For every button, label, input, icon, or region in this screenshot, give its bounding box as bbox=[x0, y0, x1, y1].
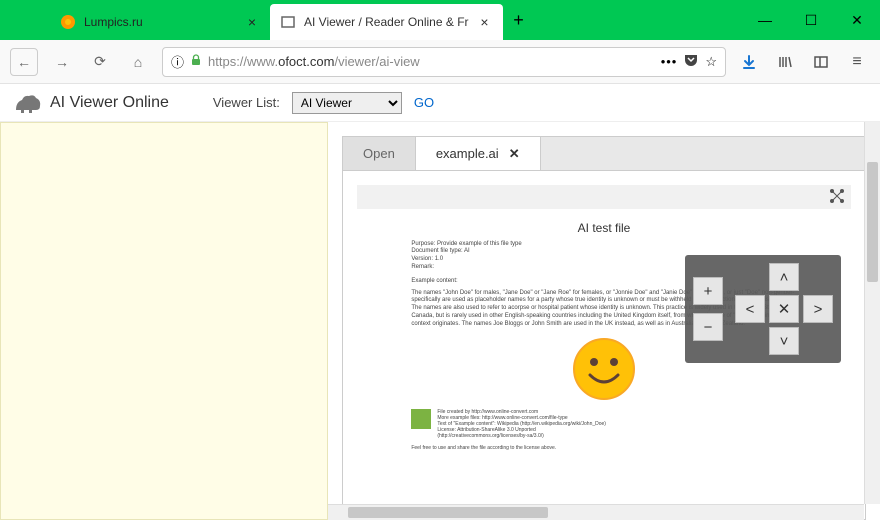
app-title: AI Viewer Online bbox=[50, 94, 169, 112]
dpad: ˄ ˂ ✕ ˃ ˅ bbox=[735, 263, 833, 355]
open-tab[interactable]: Open bbox=[343, 137, 416, 170]
tab-close-icon[interactable]: × bbox=[244, 14, 260, 30]
info-icon[interactable]: ⓘ bbox=[171, 52, 184, 71]
minimize-button[interactable]: — bbox=[742, 0, 788, 40]
home-button[interactable]: ⌂ bbox=[124, 48, 152, 76]
content-area: Open example.ai ✕ AI test file Purpose: … bbox=[0, 122, 880, 520]
tab-title: AI Viewer / Reader Online & Fr bbox=[304, 15, 469, 29]
favicon-aiviewer bbox=[280, 14, 296, 30]
scrollbar-vertical[interactable] bbox=[864, 122, 880, 504]
file-tab-close-icon[interactable]: ✕ bbox=[509, 146, 520, 162]
viewer-select[interactable]: AI Viewer bbox=[292, 92, 402, 114]
close-button[interactable]: ✕ bbox=[834, 0, 880, 40]
zoom-in-button[interactable]: + bbox=[693, 277, 723, 305]
fullscreen-icon[interactable] bbox=[829, 188, 845, 207]
more-icon[interactable]: ••• bbox=[661, 54, 678, 69]
tab-close-icon[interactable]: × bbox=[477, 14, 493, 30]
app-header: AI Viewer Online Viewer List: AI Viewer … bbox=[0, 84, 880, 122]
window-controls: — ☐ ✕ bbox=[742, 0, 880, 40]
tab-lumpics[interactable]: Lumpics.ru × bbox=[50, 4, 270, 40]
zoom-out-button[interactable]: − bbox=[693, 313, 723, 341]
pan-down-button[interactable]: ˅ bbox=[769, 327, 799, 355]
file-tab-label: example.ai bbox=[436, 146, 499, 161]
doc-feel-free: Feel free to use and share the file acco… bbox=[411, 445, 796, 452]
new-tab-button[interactable]: + bbox=[503, 0, 535, 40]
doc-footer-text: File created by http://www.online-conver… bbox=[437, 409, 606, 439]
back-button[interactable]: ← bbox=[10, 48, 38, 76]
open-tab-label: Open bbox=[363, 146, 395, 161]
go-link[interactable]: GO bbox=[414, 95, 434, 110]
scrollbar-horizontal[interactable] bbox=[328, 504, 864, 520]
url-text: https://www.ofoct.com/viewer/ai-view bbox=[208, 54, 655, 69]
pan-up-button[interactable]: ˄ bbox=[769, 263, 799, 291]
browser-titlebar: Lumpics.ru × AI Viewer / Reader Online &… bbox=[0, 0, 880, 40]
doc-title: AI test file bbox=[411, 221, 796, 237]
pan-left-button[interactable]: ˂ bbox=[735, 295, 765, 323]
tab-aiviewer[interactable]: AI Viewer / Reader Online & Fr × bbox=[270, 4, 503, 40]
smiley-icon bbox=[572, 337, 636, 401]
favicon-lumpics bbox=[60, 14, 76, 30]
star-icon[interactable]: ☆ bbox=[705, 54, 717, 70]
browser-toolbar: ← → ⟳ ⌂ ⓘ https://www.ofoct.com/viewer/a… bbox=[0, 40, 880, 84]
forward-button[interactable]: → bbox=[48, 48, 76, 76]
pan-reset-button[interactable]: ✕ bbox=[769, 295, 799, 323]
cc-badge-icon bbox=[411, 409, 431, 429]
pan-right-button[interactable]: ˃ bbox=[803, 295, 833, 323]
lock-icon[interactable] bbox=[190, 54, 202, 69]
viewer-body: AI test file Purpose: Provide example of… bbox=[342, 170, 866, 520]
sidebar-icon[interactable] bbox=[808, 49, 834, 75]
download-icon[interactable] bbox=[736, 49, 762, 75]
file-tab[interactable]: example.ai ✕ bbox=[416, 137, 541, 170]
pocket-icon[interactable] bbox=[683, 53, 699, 70]
bear-icon bbox=[14, 92, 42, 114]
viewer-tabs: Open example.ai ✕ bbox=[342, 136, 866, 170]
maximize-button[interactable]: ☐ bbox=[788, 0, 834, 40]
main-panel: Open example.ai ✕ AI test file Purpose: … bbox=[328, 122, 880, 520]
ad-sidebar bbox=[0, 122, 328, 520]
url-bar[interactable]: ⓘ https://www.ofoct.com/viewer/ai-view •… bbox=[162, 47, 726, 77]
menu-icon[interactable]: ≡ bbox=[844, 49, 870, 75]
viewer-list-label: Viewer List: bbox=[213, 95, 280, 110]
viewer-toolbar bbox=[357, 185, 851, 209]
app-logo: AI Viewer Online bbox=[14, 92, 169, 114]
library-icon[interactable] bbox=[772, 49, 798, 75]
doc-footer: File created by http://www.online-conver… bbox=[411, 409, 796, 439]
nav-panel: + − ˄ ˂ ✕ ˃ ˅ bbox=[685, 255, 841, 363]
reload-button[interactable]: ⟳ bbox=[86, 48, 114, 76]
tab-title: Lumpics.ru bbox=[84, 15, 236, 29]
